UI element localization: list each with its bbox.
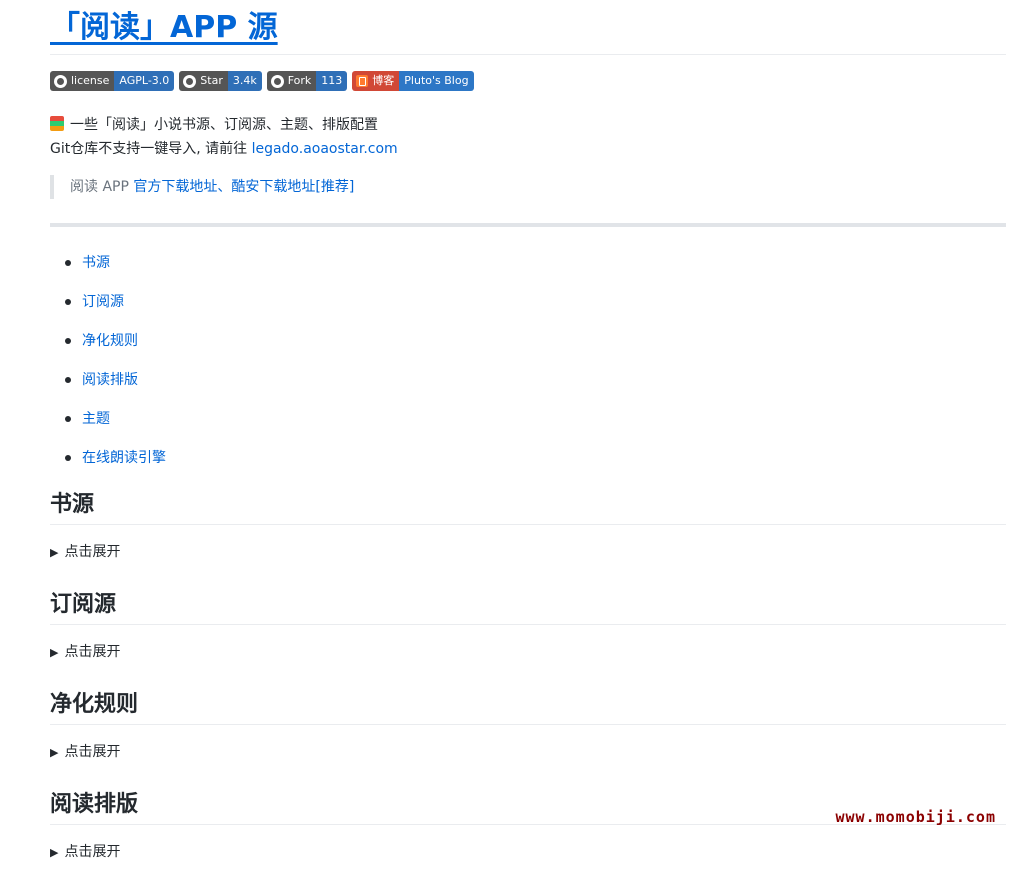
github-icon bbox=[183, 74, 197, 88]
section-heading: 订阅源 bbox=[50, 589, 1006, 625]
toc-link-reading-layout[interactable]: 阅读排版 bbox=[82, 372, 138, 388]
star-badge-left: Star bbox=[179, 71, 228, 91]
blogger-icon bbox=[356, 75, 369, 87]
toggle-label: 点击展开 bbox=[64, 544, 121, 560]
horizontal-rule bbox=[50, 223, 1006, 227]
fork-badge-value: 113 bbox=[316, 71, 348, 91]
section-heading: 净化规则 bbox=[50, 689, 1006, 725]
license-badge-left: license bbox=[50, 71, 115, 91]
toggle-label: 点击展开 bbox=[64, 844, 121, 860]
caret-right-icon: ▶ bbox=[50, 646, 59, 659]
fork-badge-label: Fork bbox=[287, 74, 312, 87]
description: 一些「阅读」小说书源、订阅源、主题、排版配置 Git仓库不支持一键导入, 请前往… bbox=[50, 113, 1006, 161]
section-rss-source: 订阅源 ▶ 点击展开 bbox=[50, 589, 1006, 662]
license-badge-value: AGPL-3.0 bbox=[114, 71, 175, 91]
license-badge[interactable]: license AGPL-3.0 bbox=[50, 71, 175, 91]
expand-toggle[interactable]: ▶ 点击展开 bbox=[50, 542, 1006, 562]
caret-right-icon: ▶ bbox=[50, 546, 59, 559]
star-badge[interactable]: Star 3.4k bbox=[179, 71, 262, 91]
quote-prefix: 阅读 APP bbox=[70, 179, 134, 195]
toc-item: 在线朗读引擎 bbox=[50, 449, 1006, 488]
toc-item: 净化规则 bbox=[50, 332, 1006, 371]
toggle-label: 点击展开 bbox=[64, 744, 121, 760]
toc-link-theme[interactable]: 主题 bbox=[82, 411, 110, 427]
toc-item: 阅读排版 bbox=[50, 371, 1006, 410]
badge-row: license AGPL-3.0 Star 3.4k Fork 113 博客 P… bbox=[50, 71, 1006, 91]
caret-right-icon: ▶ bbox=[50, 846, 59, 859]
github-icon bbox=[270, 74, 284, 88]
toc-item: 书源 bbox=[50, 254, 1006, 293]
toc-link-book-source[interactable]: 书源 bbox=[82, 255, 110, 271]
star-badge-label: Star bbox=[200, 74, 223, 87]
official-download-link[interactable]: 官方下载地址 bbox=[133, 179, 217, 195]
license-badge-label: license bbox=[71, 74, 110, 87]
expand-toggle[interactable]: ▶ 点击展开 bbox=[50, 742, 1006, 762]
section-book-source: 书源 ▶ 点击展开 bbox=[50, 489, 1006, 562]
toc-item: 订阅源 bbox=[50, 293, 1006, 332]
books-icon bbox=[50, 116, 64, 131]
quote-separator: 、 bbox=[217, 179, 232, 195]
description-text: 一些「阅读」小说书源、订阅源、主题、排版配置 bbox=[70, 117, 378, 133]
toc-item: 主题 bbox=[50, 410, 1006, 449]
import-note: Git仓库不支持一键导入, 请前往 bbox=[50, 141, 252, 157]
section-heading: 书源 bbox=[50, 489, 1006, 525]
description-line1: 一些「阅读」小说书源、订阅源、主题、排版配置 bbox=[50, 113, 1006, 137]
download-quote: 阅读 APP 官方下载地址、酷安下载地址[推荐] bbox=[50, 175, 1006, 199]
fork-badge[interactable]: Fork 113 bbox=[266, 71, 348, 91]
blog-badge[interactable]: 博客 Pluto's Blog bbox=[352, 71, 474, 91]
github-icon bbox=[54, 74, 67, 88]
blog-badge-label: 博客 bbox=[372, 74, 395, 87]
legado-link[interactable]: legado.aoaostar.com bbox=[252, 141, 398, 157]
toc-link-rss-source[interactable]: 订阅源 bbox=[82, 294, 124, 310]
expand-toggle[interactable]: ▶ 点击展开 bbox=[50, 642, 1006, 662]
fork-badge-left: Fork bbox=[266, 71, 317, 91]
description-line2: Git仓库不支持一键导入, 请前往 legado.aoaostar.com bbox=[50, 137, 1006, 161]
section-purify-rules: 净化规则 ▶ 点击展开 bbox=[50, 689, 1006, 762]
watermark: www.momobiji.com bbox=[835, 808, 996, 826]
toc-link-purify-rules[interactable]: 净化规则 bbox=[82, 333, 138, 349]
blog-badge-value: Pluto's Blog bbox=[399, 71, 474, 91]
page-title: 「阅读」APP 源 bbox=[50, 0, 1006, 55]
toggle-label: 点击展开 bbox=[64, 644, 121, 660]
toc-link-tts-engine[interactable]: 在线朗读引擎 bbox=[82, 450, 166, 466]
readme-content: 「阅读」APP 源 license AGPL-3.0 Star 3.4k For… bbox=[50, 0, 1006, 862]
title-link[interactable]: 「阅读」APP 源 bbox=[50, 10, 278, 45]
star-badge-value: 3.4k bbox=[227, 71, 262, 91]
table-of-contents: 书源 订阅源 净化规则 阅读排版 主题 在线朗读引擎 bbox=[50, 254, 1006, 488]
coolapk-download-link[interactable]: 酷安下载地址[推荐] bbox=[231, 179, 354, 195]
blog-badge-left: 博客 bbox=[352, 71, 400, 91]
expand-toggle[interactable]: ▶ 点击展开 bbox=[50, 842, 1006, 862]
caret-right-icon: ▶ bbox=[50, 746, 59, 759]
